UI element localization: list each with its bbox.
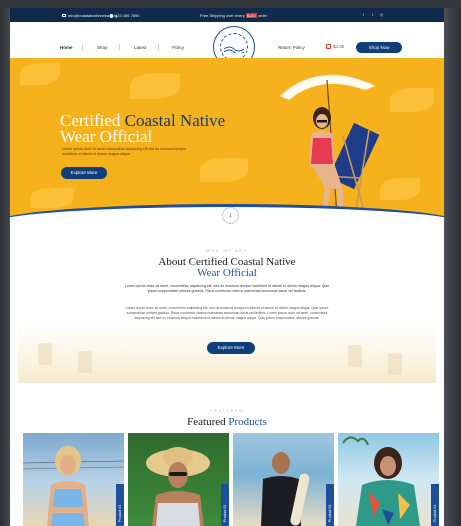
about-paragraph-2: Lorem ipsum dolor sit amet, consectetur … <box>125 306 329 320</box>
cart-button[interactable]: $0.00 <box>326 44 344 49</box>
product-image-2 <box>146 447 210 526</box>
nav-shop[interactable]: Shop <box>97 45 108 50</box>
product-image-1 <box>23 446 124 526</box>
hero-title: Certified Coastal Native Wear Official <box>60 112 280 146</box>
frame-left-shadow <box>0 0 10 526</box>
twitter-icon[interactable]: t <box>370 12 375 17</box>
logo-wave-icon <box>224 46 244 53</box>
promo-text-after: order <box>257 13 268 18</box>
shopping-bag-icon <box>326 44 331 49</box>
cart-amount: $0.00 <box>333 44 345 49</box>
product-tag-2: Product 02 <box>221 484 229 526</box>
leaf-pattern <box>30 188 74 208</box>
featured-title-black: Featured <box>187 416 226 428</box>
product-card-1[interactable]: Product 01 <box>23 433 124 526</box>
product-tag-3: Product 03 <box>326 484 334 526</box>
hero-text: Lorem ipsum dolor sit amet consectetur a… <box>62 147 187 156</box>
website-page: info@coastalnativewear.org 123 456 7890 … <box>10 8 444 526</box>
top-bar: info@coastalnativewear.org 123 456 7890 … <box>10 8 444 22</box>
social-links: f t ◎ <box>361 12 384 17</box>
leaf-pattern <box>390 88 434 112</box>
frame-top-shadow <box>0 0 461 8</box>
nav-policy[interactable]: Policy <box>172 45 184 50</box>
promo-highlight: $150 <box>245 13 257 18</box>
product-image-4 <box>342 436 420 526</box>
product-card-3[interactable]: Product 03 <box>233 433 334 526</box>
nav-divider <box>119 44 120 51</box>
background-decor <box>38 343 52 365</box>
mail-icon <box>62 14 66 17</box>
promo-text-before: Free Shipping over every <box>200 13 245 18</box>
topbar-phone[interactable]: 123 456 7890 <box>110 13 139 18</box>
featured-title: Featured Products <box>10 416 444 428</box>
leaf-pattern <box>130 73 180 99</box>
beach-model-image <box>279 74 380 218</box>
about-title-highlight: Wear Official <box>197 267 257 279</box>
product-card-4[interactable]: Product 04 <box>338 433 439 526</box>
topbar-phone-text: 123 456 7890 <box>115 13 140 18</box>
scroll-down-button[interactable]: ↓ <box>222 207 239 224</box>
leaf-pattern <box>20 63 60 85</box>
instagram-icon[interactable]: ◎ <box>379 12 384 17</box>
hero-banner: Certified Coastal Native Wear Official L… <box>10 58 444 226</box>
topbar-email[interactable]: info@coastalnativewear.org <box>62 13 117 18</box>
nav-divider <box>82 44 83 51</box>
background-decor <box>78 351 92 373</box>
nav-return-policy[interactable]: Return Policy <box>278 45 305 50</box>
nav-home[interactable]: Home <box>60 45 73 50</box>
about-paragraph-1: Lorem ipsum dolor sit amet, consectetur … <box>124 284 330 293</box>
product-tag-1-label: Product 01 <box>118 504 122 522</box>
product-tag-4: Product 04 <box>431 484 439 526</box>
frame-right-shadow <box>441 0 461 526</box>
hero-explore-button[interactable]: Explore More <box>61 167 107 179</box>
featured-title-blue: Products <box>228 416 267 428</box>
about-explore-button[interactable]: Explore More <box>207 342 255 354</box>
product-card-2[interactable]: Product 02 <box>128 433 229 526</box>
nav-divider <box>158 44 159 51</box>
product-image-3 <box>261 452 310 526</box>
shop-now-button[interactable]: Shop Now <box>356 42 402 53</box>
background-decor <box>388 353 402 375</box>
nav-latest[interactable]: Latest <box>134 45 146 50</box>
about-kicker: WHO WE ARE <box>206 248 248 253</box>
facebook-icon[interactable]: f <box>361 12 366 17</box>
hero-title-line2: Wear Official <box>60 127 153 146</box>
leaf-pattern <box>200 158 248 182</box>
arrow-down-icon: ↓ <box>228 212 233 219</box>
shipping-promo: Free Shipping over every $150 order <box>200 13 267 18</box>
product-tag-4-label: Product 04 <box>433 504 437 522</box>
product-tag-3-label: Product 03 <box>328 504 332 522</box>
featured-kicker: FEATURED <box>210 408 244 413</box>
product-tag-2-label: Product 02 <box>223 504 227 522</box>
product-tag-1: Product 01 <box>116 484 124 526</box>
background-decor <box>348 345 362 367</box>
phone-icon <box>110 13 113 18</box>
